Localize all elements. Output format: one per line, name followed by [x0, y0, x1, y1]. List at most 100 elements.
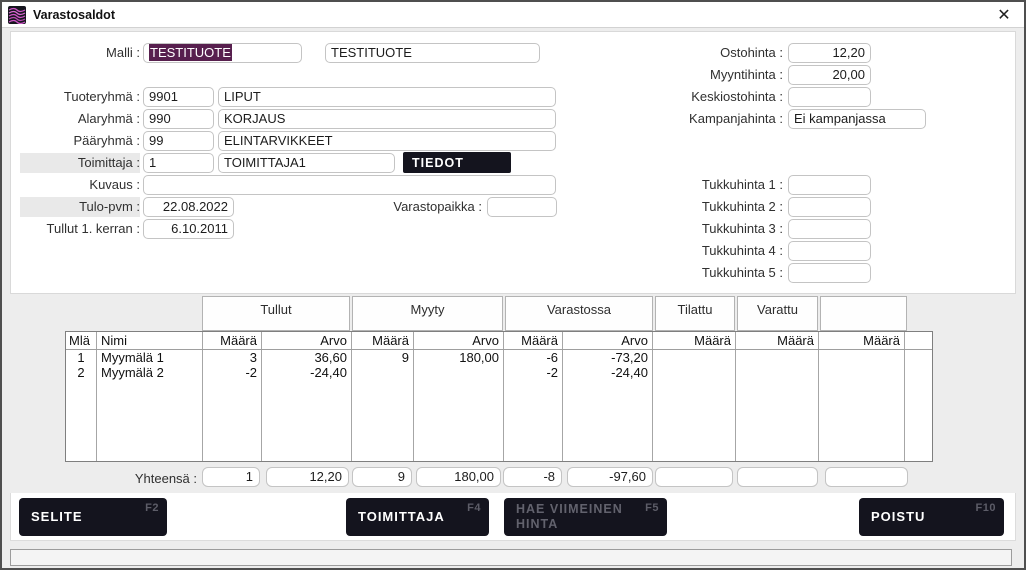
status-field [10, 549, 1012, 566]
table-filler-row [66, 380, 932, 461]
ostohinta-input[interactable]: 12,20 [788, 43, 871, 63]
window-title: Varastosaldot [33, 8, 115, 22]
cell-myyty-maara [352, 365, 414, 380]
cell-nimi: Myymälä 1 [97, 350, 203, 365]
tullut-1-kerran-label: Tullut 1. kerran : [20, 219, 140, 239]
tuoteryhma-code-input[interactable]: 9901 [143, 87, 214, 107]
varastopaikka-input[interactable] [487, 197, 557, 217]
cell-varattu-maara [736, 365, 819, 380]
cell-tullut-arvo: 36,60 [262, 350, 352, 365]
paaryhma-name-input[interactable]: ELINTARVIKKEET [218, 131, 556, 151]
total-tullut-maara: 1 [202, 467, 260, 487]
varastosaldot-window: Varastosaldot ✕ Malli : TESTITUOTE TESTI… [0, 0, 1026, 570]
paaryhma-code-input[interactable]: 99 [143, 131, 214, 151]
col-header-extra-maara: Määrä [819, 332, 905, 349]
col-header-varattu-maara: Määrä [736, 332, 819, 349]
tukkuhinta-4-label: Tukkuhinta 4 : [660, 241, 783, 261]
keskiostohinta-input[interactable] [788, 87, 871, 107]
button-bar: SELITE F2 TOIMITTAJA F4 HAE VIIMEINEN HI… [10, 493, 1016, 541]
yhteensa-label: Yhteensä : [97, 469, 197, 489]
table-row[interactable]: 2 Myymälä 2 -2 -24,40 -2 -24,40 [66, 365, 932, 380]
table-row[interactable]: 1 Myymälä 1 3 36,60 9 180,00 -6 -73,20 [66, 350, 932, 365]
tukkuhinta-2-label: Tukkuhinta 2 : [660, 197, 783, 217]
cell-nimi: Myymälä 2 [97, 365, 203, 380]
cell-varastossa-arvo: -24,40 [563, 365, 653, 380]
col-header-myyty-maara: Määrä [352, 332, 414, 349]
myyntihinta-input[interactable]: 20,00 [788, 65, 871, 85]
col-header-tullut-arvo: Arvo [262, 332, 352, 349]
cell-myyty-arvo: 180,00 [414, 350, 504, 365]
kuvaus-label: Kuvaus : [20, 175, 140, 195]
cell-varastossa-maara: -2 [504, 365, 563, 380]
cell-varastossa-maara: -6 [504, 350, 563, 365]
app-icon [8, 6, 26, 24]
group-header-empty [820, 296, 907, 331]
selite-fkey: F2 [145, 502, 159, 515]
alaryhma-code-input[interactable]: 990 [143, 109, 214, 129]
tuoteryhma-name-input[interactable]: LIPUT [218, 87, 556, 107]
total-varastossa-maara: -8 [503, 467, 562, 487]
myyntihinta-label: Myyntihinta : [660, 65, 783, 85]
toimittaja-name-input[interactable]: TOIMITTAJA1 [218, 153, 395, 173]
cell-tilattu-maara [653, 365, 736, 380]
cell-mla: 1 [66, 350, 97, 365]
group-header-tullut: Tullut [202, 296, 350, 331]
tukkuhinta-4-input[interactable] [788, 241, 871, 261]
keskiostohinta-label: Keskiostohinta : [660, 87, 783, 107]
tiedot-button[interactable]: TIEDOT [403, 152, 511, 173]
group-header-varattu: Varattu [737, 296, 818, 331]
malli-name-input[interactable]: TESTITUOTE [325, 43, 540, 63]
toimittaja-code-input[interactable]: 1 [143, 153, 214, 173]
selite-button-label: SELITE [31, 509, 83, 525]
cell-extra-maara [819, 365, 905, 380]
cell-myyty-arvo [414, 365, 504, 380]
total-extra-maara [825, 467, 908, 487]
selite-button[interactable]: SELITE F2 [19, 498, 167, 536]
kampanjahinta-input[interactable]: Ei kampanjassa [788, 109, 926, 129]
toimittaja-fkey: F4 [467, 502, 481, 515]
col-header-myyty-arvo: Arvo [414, 332, 504, 349]
kampanjahinta-label: Kampanjahinta : [660, 109, 783, 129]
col-header-varastossa-maara: Määrä [504, 332, 563, 349]
toimittaja-button-label: TOIMITTAJA [358, 509, 445, 525]
col-header-blank [905, 332, 932, 349]
malli-label: Malli : [20, 43, 140, 63]
tullut-1-kerran-input[interactable]: 6.10.2011 [143, 219, 234, 239]
tukkuhinta-3-input[interactable] [788, 219, 871, 239]
close-icon[interactable]: ✕ [992, 5, 1016, 25]
cell-blank [905, 365, 932, 380]
poistu-fkey: F10 [976, 502, 996, 515]
cell-extra-maara [819, 350, 905, 365]
cell-blank [905, 350, 932, 365]
ostohinta-label: Ostohinta : [660, 43, 783, 63]
cell-mla: 2 [66, 365, 97, 380]
tukkuhinta-1-input[interactable] [788, 175, 871, 195]
cell-myyty-maara: 9 [352, 350, 414, 365]
kuvaus-input[interactable] [143, 175, 556, 195]
total-tullut-arvo: 12,20 [266, 467, 349, 487]
col-header-tullut-maara: Määrä [203, 332, 262, 349]
hae-viimeinen-hinta-fkey: F5 [645, 502, 659, 515]
col-header-varastossa-arvo: Arvo [563, 332, 653, 349]
malli-input[interactable]: TESTITUOTE [143, 43, 302, 63]
alaryhma-name-input[interactable]: KORJAUS [218, 109, 556, 129]
cell-varattu-maara [736, 350, 819, 365]
hae-viimeinen-hinta-button[interactable]: HAE VIIMEINEN HINTA F5 [504, 498, 667, 536]
alaryhma-label: Alaryhmä : [20, 109, 140, 129]
group-header-myyty: Myyty [352, 296, 503, 331]
tukkuhinta-2-input[interactable] [788, 197, 871, 217]
poistu-button[interactable]: POISTU F10 [859, 498, 1004, 536]
tukkuhinta-5-input[interactable] [788, 263, 871, 283]
paaryhma-label: Pääryhmä : [20, 131, 140, 151]
tulo-pvm-input[interactable]: 22.08.2022 [143, 197, 234, 217]
total-varattu-maara [737, 467, 818, 487]
col-header-nimi: Nimi [97, 332, 203, 349]
cell-tullut-maara: -2 [203, 365, 262, 380]
malli-selected-text: TESTITUOTE [149, 44, 232, 61]
cell-tullut-arvo: -24,40 [262, 365, 352, 380]
toimittaja-label: Toimittaja : [20, 153, 140, 173]
cell-tullut-maara: 3 [203, 350, 262, 365]
toimittaja-button[interactable]: TOIMITTAJA F4 [346, 498, 489, 536]
group-header-varastossa: Varastossa [505, 296, 653, 331]
tukkuhinta-3-label: Tukkuhinta 3 : [660, 219, 783, 239]
